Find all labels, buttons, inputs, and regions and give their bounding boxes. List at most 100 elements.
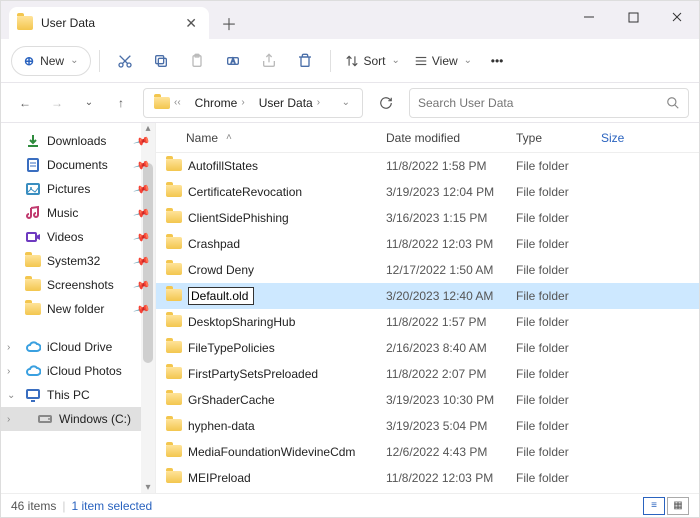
sidebar-item[interactable]: New folder📌 — [1, 297, 155, 321]
address-seg-chrome[interactable]: Chrome› — [189, 94, 251, 112]
file-row[interactable]: FileTypePolicies2/16/2023 8:40 AMFile fo… — [156, 335, 699, 361]
close-button[interactable] — [655, 1, 699, 33]
window-tab[interactable]: User Data ✕ — [9, 7, 209, 39]
file-row[interactable]: FirstPartySetsPreloaded11/8/2022 2:07 PM… — [156, 361, 699, 387]
rename-input[interactable] — [188, 287, 254, 305]
expand-icon[interactable]: › — [7, 414, 10, 425]
sort-label: Sort — [363, 54, 385, 68]
sidebar-item[interactable]: System32📌 — [1, 249, 155, 273]
file-row[interactable]: hyphen-data3/19/2023 5:04 PMFile folder — [156, 413, 699, 439]
sidebar-item[interactable]: Downloads📌 — [1, 129, 155, 153]
file-date: 12/17/2022 1:50 AM — [386, 263, 516, 277]
file-type: File folder — [516, 315, 601, 329]
expand-icon[interactable]: › — [7, 342, 10, 353]
sidebar-label: Screenshots — [47, 278, 114, 292]
address-bar[interactable]: ‹‹ Chrome› User Data› ⌄ — [143, 88, 363, 118]
plus-icon: ⊕ — [24, 54, 34, 68]
toolbar: ⊕ New ⌄ A Sort ⌄ View ⌄ ••• — [1, 39, 699, 83]
address-dropdown-icon[interactable]: ⌄ — [334, 97, 358, 108]
file-row[interactable]: 3/20/2023 12:40 AMFile folder — [156, 283, 699, 309]
view-button[interactable]: View ⌄ — [408, 54, 478, 68]
file-row[interactable]: CertificateRevocation3/19/2023 12:04 PMF… — [156, 179, 699, 205]
file-type: File folder — [516, 393, 601, 407]
file-date: 11/8/2022 12:03 PM — [386, 471, 516, 485]
file-row[interactable]: Crowd Deny12/17/2022 1:50 AMFile folder — [156, 257, 699, 283]
file-type: File folder — [516, 419, 601, 433]
sort-asc-icon: ˄ — [226, 132, 232, 143]
file-name: GrShaderCache — [188, 393, 275, 407]
file-name: MEIPreload — [188, 471, 251, 485]
expand-icon[interactable]: ⌄ — [7, 390, 15, 401]
maximize-button[interactable] — [611, 1, 655, 33]
sidebar-label: iCloud Drive — [47, 340, 112, 354]
folder-icon — [166, 367, 184, 382]
folder-icon — [166, 159, 184, 174]
search-box[interactable] — [409, 88, 689, 118]
scroll-down-icon[interactable]: ▾ — [141, 482, 155, 493]
new-tab-button[interactable]: ＋ — [215, 9, 243, 37]
address-root-icon[interactable]: ‹‹ — [148, 95, 187, 111]
chevron-down-icon: ⌄ — [391, 55, 399, 66]
col-name[interactable]: Name ˄ — [186, 131, 386, 145]
column-headers: Name ˄ Date modified Type Size — [156, 123, 699, 153]
up-button[interactable]: ↑ — [107, 89, 135, 117]
chevron-down-icon: ⌄ — [464, 55, 472, 66]
rows: AutofillStates11/8/2022 1:58 PMFile fold… — [156, 153, 699, 491]
folder-icon — [166, 393, 184, 408]
file-row[interactable]: DesktopSharingHub11/8/2022 1:57 PMFile f… — [156, 309, 699, 335]
file-row[interactable]: GrShaderCache3/19/2023 10:30 PMFile fold… — [156, 387, 699, 413]
minimize-button[interactable] — [567, 1, 611, 33]
sidebar-item[interactable]: Documents📌 — [1, 153, 155, 177]
folder-icon — [166, 237, 184, 252]
file-type: File folder — [516, 367, 601, 381]
address-seg-userdata[interactable]: User Data› — [253, 94, 326, 112]
status-bar: 46 items | 1 item selected ≡ ▦ — [1, 493, 699, 517]
cut-button[interactable] — [108, 46, 142, 76]
details-view-button[interactable]: ≡ — [643, 497, 665, 515]
sidebar-drive[interactable]: ›Windows (C:) — [1, 407, 155, 431]
separator — [330, 50, 331, 72]
view-icon — [414, 54, 428, 68]
tab-close-icon[interactable]: ✕ — [181, 15, 201, 32]
col-size[interactable]: Size — [601, 131, 661, 145]
separator: | — [62, 499, 65, 513]
col-date[interactable]: Date modified — [386, 131, 516, 145]
sidebar-drive[interactable]: ›iCloud Photos — [1, 359, 155, 383]
sidebar-item[interactable]: Screenshots📌 — [1, 273, 155, 297]
folder-icon — [17, 16, 33, 30]
sidebar-item[interactable]: Pictures📌 — [1, 177, 155, 201]
delete-button[interactable] — [288, 46, 322, 76]
file-date: 11/8/2022 2:07 PM — [386, 367, 516, 381]
forward-button[interactable]: → — [43, 89, 71, 117]
refresh-button[interactable] — [371, 88, 401, 118]
copy-button[interactable] — [144, 46, 178, 76]
window-controls — [567, 1, 699, 33]
file-name: Crashpad — [188, 237, 240, 251]
file-name: hyphen-data — [188, 419, 255, 433]
back-button[interactable]: ← — [11, 89, 39, 117]
file-type: File folder — [516, 341, 601, 355]
scroll-up-icon[interactable]: ▴ — [141, 123, 155, 134]
recent-button[interactable]: ⌄ — [75, 89, 103, 117]
file-row[interactable]: MediaFoundationWidevineCdm12/6/2022 4:43… — [156, 439, 699, 465]
sidebar-item[interactable]: Videos📌 — [1, 225, 155, 249]
sidebar-item[interactable]: Music📌 — [1, 201, 155, 225]
file-row[interactable]: ClientSidePhishing3/16/2023 1:15 PMFile … — [156, 205, 699, 231]
large-icons-view-button[interactable]: ▦ — [667, 497, 689, 515]
share-button[interactable] — [252, 46, 286, 76]
file-row[interactable]: AutofillStates11/8/2022 1:58 PMFile fold… — [156, 153, 699, 179]
paste-button[interactable] — [180, 46, 214, 76]
search-input[interactable] — [418, 96, 666, 110]
sidebar-drive[interactable]: › iCloud Drive — [1, 335, 155, 359]
sidebar-label: Documents — [47, 158, 108, 172]
rename-button[interactable]: A — [216, 46, 250, 76]
col-type[interactable]: Type — [516, 131, 601, 145]
sidebar-drive[interactable]: ⌄This PC — [1, 383, 155, 407]
expand-icon[interactable]: › — [7, 366, 10, 377]
sort-button[interactable]: Sort ⌄ — [339, 54, 405, 68]
file-type: File folder — [516, 445, 601, 459]
file-row[interactable]: Crashpad11/8/2022 12:03 PMFile folder — [156, 231, 699, 257]
more-button[interactable]: ••• — [480, 46, 514, 76]
file-row[interactable]: MEIPreload11/8/2022 12:03 PMFile folder — [156, 465, 699, 491]
new-button[interactable]: ⊕ New ⌄ — [11, 46, 91, 76]
